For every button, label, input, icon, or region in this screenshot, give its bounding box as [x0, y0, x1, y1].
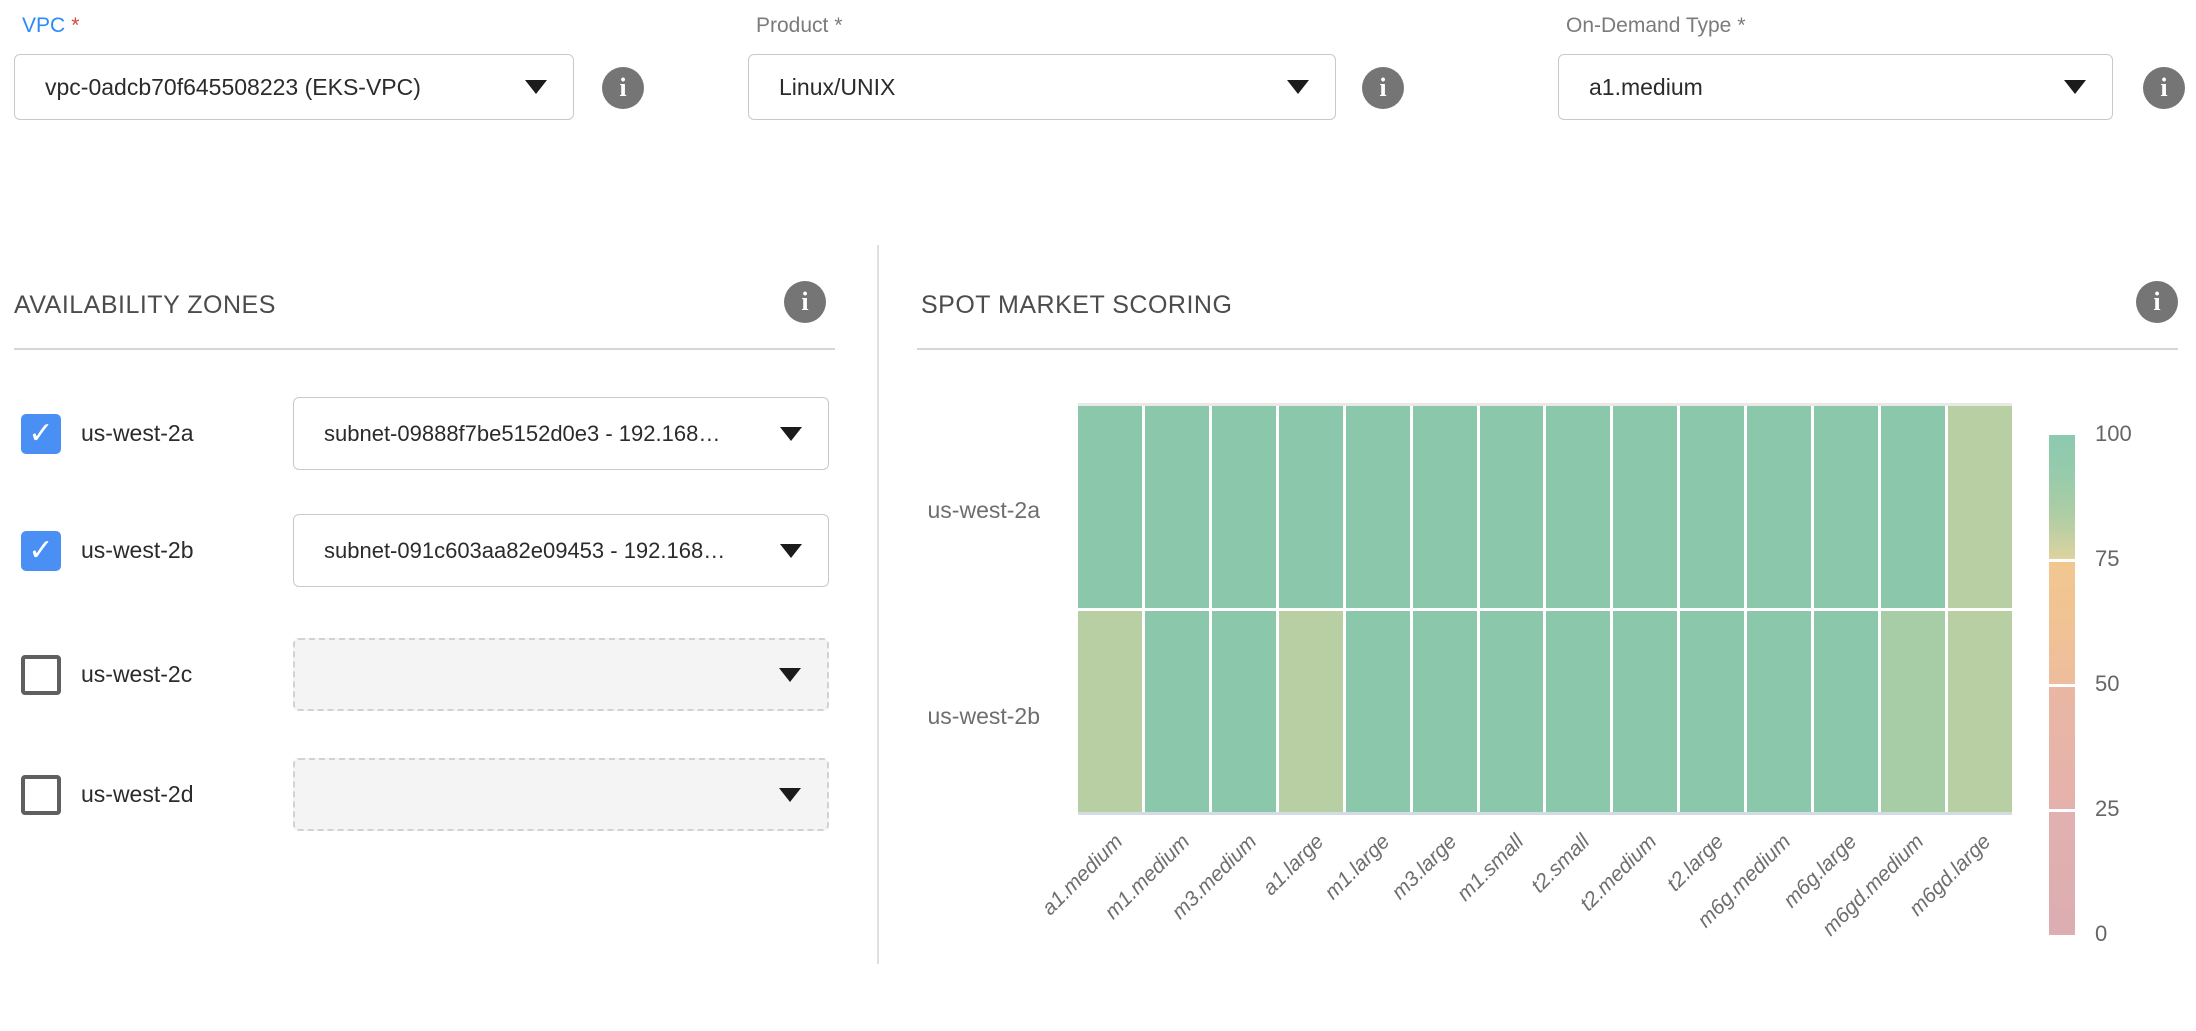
availability-zones-rule	[14, 348, 835, 350]
az-row-us-west-2c: us-west-2c	[21, 638, 829, 711]
heatmap-cell	[1546, 406, 1610, 608]
heatmap-cell	[1948, 611, 2012, 813]
availability-zones-section: AVAILABILITY ZONES i ✓ us-west-2a subnet…	[0, 245, 877, 964]
product-field-group: Product * Linux/UNIX	[748, 10, 1338, 120]
heatmap-cell	[1680, 611, 1744, 813]
zone-label: us-west-2c	[81, 661, 293, 688]
zone-checkbox-us-west-2b[interactable]: ✓	[21, 531, 61, 571]
heatmap-cell	[1346, 406, 1410, 608]
chevron-down-icon	[779, 668, 801, 682]
heatmap-cell	[1145, 611, 1209, 813]
vpc-label: VPC *	[22, 14, 574, 38]
spot-market-scoring-title: SPOT MARKET SCORING	[921, 291, 1232, 320]
chevron-down-icon	[2064, 80, 2086, 94]
heatmap-cell	[1613, 611, 1677, 813]
heatmap-cell	[1747, 611, 1811, 813]
check-icon: ✓	[28, 419, 53, 449]
spot-market-scoring-info-icon[interactable]: i	[2136, 281, 2178, 323]
heatmap-colorbar	[2049, 435, 2075, 935]
subnet-select-us-west-2d	[293, 758, 829, 831]
subnet-select-value: subnet-091c603aa82e09453 - 192.168…	[324, 538, 725, 564]
heatmap-cell	[1279, 406, 1343, 608]
heatmap-cell	[1546, 611, 1610, 813]
heatmap-y-label: us-west-2b	[890, 703, 1040, 730]
colorbar-gap	[2049, 559, 2075, 562]
on-demand-type-info-icon[interactable]: i	[2143, 67, 2185, 109]
colorbar-tick-label: 0	[2095, 921, 2107, 947]
vpc-select-value: vpc-0adcb70f645508223 (EKS-VPC)	[45, 74, 421, 101]
subnet-select-us-west-2b[interactable]: subnet-091c603aa82e09453 - 192.168…	[293, 514, 829, 587]
heatmap-y-label: us-west-2a	[890, 497, 1040, 524]
vpc-label-text: VPC	[22, 14, 65, 37]
az-row-us-west-2b: ✓ us-west-2b subnet-091c603aa82e09453 - …	[21, 514, 829, 587]
spot-market-scoring-section: SPOT MARKET SCORING i us-west-2a us-west-…	[879, 245, 2196, 964]
chevron-down-icon	[1287, 80, 1309, 94]
subnet-select-value: subnet-09888f7be5152d0e3 - 192.168…	[324, 421, 720, 447]
chevron-down-icon	[779, 788, 801, 802]
subnet-select-us-west-2c	[293, 638, 829, 711]
vpc-info-icon[interactable]: i	[602, 67, 644, 109]
product-label-text: Product	[756, 14, 828, 37]
heatmap-cell	[1145, 406, 1209, 608]
heatmap-cell	[1747, 406, 1811, 608]
heatmap-cell	[1346, 611, 1410, 813]
heatmap-cell	[1881, 611, 1945, 813]
heatmap-cell	[1413, 406, 1477, 608]
chevron-down-icon	[525, 80, 547, 94]
zone-checkbox-us-west-2d[interactable]	[21, 775, 61, 815]
product-required-asterisk: *	[834, 14, 842, 37]
availability-zones-title: AVAILABILITY ZONES	[14, 291, 276, 320]
product-info-icon[interactable]: i	[1362, 67, 1404, 109]
vpc-required-asterisk: *	[71, 14, 79, 37]
heatmap-cell	[1078, 406, 1142, 608]
zone-checkbox-us-west-2c[interactable]	[21, 655, 61, 695]
heatmap-cell	[1814, 406, 1878, 608]
on-demand-type-select[interactable]: a1.medium	[1558, 54, 2113, 120]
spot-instance-config-page: { "fields": { "vpc": { "label": "VPC", "…	[0, 0, 2196, 964]
zone-label: us-west-2b	[81, 537, 293, 564]
product-select-value: Linux/UNIX	[779, 74, 895, 101]
heatmap-cell	[1948, 406, 2012, 608]
vpc-field-group: VPC * vpc-0adcb70f645508223 (EKS-VPC)	[14, 10, 574, 120]
heatmap-cell	[1413, 611, 1477, 813]
on-demand-type-select-value: a1.medium	[1589, 74, 1703, 101]
heatmap-cell	[1613, 406, 1677, 608]
product-label: Product *	[756, 14, 1338, 38]
az-row-us-west-2d: us-west-2d	[21, 758, 829, 831]
on-demand-type-required-asterisk: *	[1737, 14, 1745, 37]
heatmap-plot	[1078, 403, 2012, 815]
colorbar-gap	[2049, 809, 2075, 812]
on-demand-type-field-group: On-Demand Type * a1.medium	[1558, 10, 2114, 120]
spot-market-scoring-rule	[917, 348, 2178, 350]
vpc-select[interactable]: vpc-0adcb70f645508223 (EKS-VPC)	[14, 54, 574, 120]
colorbar-tick-label: 50	[2095, 671, 2119, 697]
check-icon: ✓	[28, 536, 53, 566]
chevron-down-icon	[780, 427, 802, 441]
colorbar-tick-label: 25	[2095, 796, 2119, 822]
availability-zones-info-icon[interactable]: i	[784, 281, 826, 323]
heatmap-cell	[1212, 406, 1276, 608]
heatmap-cell	[1279, 611, 1343, 813]
on-demand-type-label: On-Demand Type *	[1566, 14, 2114, 38]
heatmap-cell	[1078, 611, 1142, 813]
heatmap-cell	[1212, 611, 1276, 813]
subnet-select-us-west-2a[interactable]: subnet-09888f7be5152d0e3 - 192.168…	[293, 397, 829, 470]
product-select[interactable]: Linux/UNIX	[748, 54, 1336, 120]
colorbar-tick-label: 75	[2095, 546, 2119, 572]
heatmap-cell	[1480, 406, 1544, 608]
heatmap-cell	[1480, 611, 1544, 813]
heatmap-cell	[1814, 611, 1878, 813]
chevron-down-icon	[780, 544, 802, 558]
zone-checkbox-us-west-2a[interactable]: ✓	[21, 414, 61, 454]
heatmap-cell	[1881, 406, 1945, 608]
heatmap-cell	[1680, 406, 1744, 608]
on-demand-type-label-text: On-Demand Type	[1566, 14, 1731, 37]
az-row-us-west-2a: ✓ us-west-2a subnet-09888f7be5152d0e3 - …	[21, 397, 829, 470]
colorbar-gap	[2049, 684, 2075, 687]
colorbar-tick-label: 100	[2095, 421, 2132, 447]
zone-label: us-west-2a	[81, 420, 293, 447]
zone-label: us-west-2d	[81, 781, 293, 808]
